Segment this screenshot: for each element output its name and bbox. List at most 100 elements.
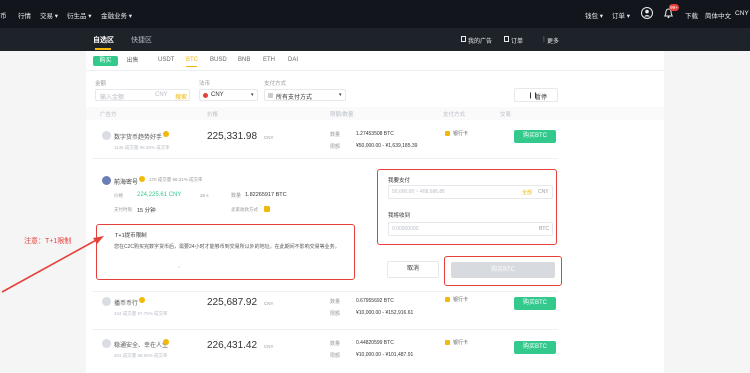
- all-button[interactable]: 全部: [522, 189, 532, 196]
- coin-tab-dai[interactable]: DAI: [288, 57, 298, 63]
- nav-item-market[interactable]: 行情: [18, 10, 31, 20]
- bank-card-icon: [445, 131, 450, 136]
- advertiser-stats: 1136 成交量 98.38% 成交率: [114, 145, 170, 150]
- advertiser-stats: 802 成交量 98.89% 成交率: [114, 353, 168, 358]
- payment-method: 银行卡: [453, 131, 469, 137]
- coin-tab-busd[interactable]: BUSD: [210, 57, 227, 63]
- orders-link[interactable]: 订单: [511, 36, 523, 45]
- advertiser-name[interactable]: 播币币行: [114, 298, 138, 307]
- qty-label: 数量: [330, 341, 341, 347]
- row-divider: [92, 158, 558, 159]
- expanded-price: 224,225.61 CNY: [137, 192, 182, 198]
- advertiser-stats: 170 成交量 98.21% 成交率: [149, 177, 203, 182]
- search-button[interactable]: 搜索: [175, 92, 187, 101]
- receive-amount-input[interactable]: 0.00000000 BTC: [388, 222, 553, 236]
- ad-limit: ¥10,000.00 - ¥152,916.61: [356, 310, 414, 316]
- price-unit: CNY: [264, 301, 274, 306]
- coin-tab-btc[interactable]: BTC: [186, 57, 198, 63]
- tab-quick[interactable]: 快捷区: [131, 35, 152, 45]
- avatar: [102, 176, 111, 185]
- sell-toggle[interactable]: 出售: [120, 56, 145, 66]
- ad-quantity: 1.27453508 BTC: [356, 131, 394, 137]
- ads-icon: [461, 36, 466, 42]
- p2p-subnav: 自选区 快捷区 我的广告 订单 ⋮ 更多: [0, 28, 750, 51]
- cancel-button[interactable]: 取消: [387, 261, 439, 278]
- advertiser-name[interactable]: 前海密号: [114, 177, 138, 186]
- notice-text: 您在C2C购买完数字货币后，需要24小时才能够币到交易所以外的地址。在此期间不影…: [114, 244, 340, 250]
- coin-tab-usdt[interactable]: USDT: [158, 57, 174, 63]
- price-label: 价格: [114, 193, 123, 198]
- tab-favorites[interactable]: 自选区: [93, 35, 114, 45]
- fiat-value: CNY: [211, 92, 224, 98]
- limit-label: 限额: [330, 353, 341, 359]
- coin-tab-eth[interactable]: ETH: [263, 57, 275, 63]
- user-avatar-icon[interactable]: [641, 7, 653, 19]
- expanded-quantity: 1.82265917 BTC: [245, 192, 287, 198]
- nav-item-finance[interactable]: 金融业务 ▾: [101, 10, 132, 20]
- advertiser-name[interactable]: 数字货币趋势好手: [114, 132, 162, 141]
- coin-tab-bnb[interactable]: BNB: [238, 57, 250, 63]
- my-ads-link[interactable]: 我的广告: [468, 36, 492, 45]
- nav-currency[interactable]: CNY: [735, 10, 749, 17]
- more-link[interactable]: 更多: [547, 36, 559, 45]
- avatar: [102, 131, 111, 140]
- column-advertiser: 广告方: [100, 112, 117, 118]
- buy-toggle[interactable]: 购买: [93, 56, 118, 66]
- advertiser-stats: 434 成交量 97.75% 成交率: [114, 311, 168, 316]
- ad-quantity: 0.67955692 BTC: [356, 298, 394, 304]
- buy-btc-button[interactable]: 购买BTC: [514, 297, 556, 310]
- pause-refresh-button[interactable]: ❙❙ 暂停: [514, 88, 558, 102]
- cny-flag-icon: [203, 93, 208, 98]
- advertiser-name[interactable]: 稳通安全、幸在人生: [114, 340, 168, 349]
- fiat-label: 法币: [199, 81, 211, 87]
- top-navigation-bar: 币 行情 交易 ▾ 衍生品 ▾ 金融业务 ▾ 钱包 ▾ 订单 ▾ 99+ 下载 …: [0, 0, 750, 28]
- column-payment: 支付方式: [443, 112, 466, 118]
- chevron-down-icon: ▾: [251, 92, 254, 98]
- fiat-select[interactable]: CNY ▾: [199, 89, 258, 101]
- nav-item-coin[interactable]: 币: [0, 10, 7, 20]
- confirm-buy-btc-button[interactable]: 购买BTC: [451, 262, 555, 278]
- ad-price: 225,687.92: [207, 297, 258, 308]
- amount-unit: CNY: [155, 92, 168, 98]
- nav-item-derivatives[interactable]: 衍生品 ▾: [67, 10, 92, 20]
- verified-badge-icon: [163, 339, 169, 345]
- pay-unit: CNY: [538, 189, 549, 195]
- column-limit: 限额/数量: [330, 112, 354, 118]
- amount-label: 金额: [95, 81, 107, 87]
- payment-method: 银行卡: [453, 340, 469, 346]
- receive-label: 我将收到: [388, 213, 411, 219]
- active-tab-indicator: [95, 48, 111, 50]
- verified-badge-icon: [139, 297, 145, 303]
- ad-quantity: 0.44820599 BTC: [356, 340, 394, 346]
- chevron-down-icon: ▾: [339, 92, 342, 98]
- qty-label: 数量: [231, 193, 242, 199]
- time-limit-label: 支付时限: [114, 207, 132, 212]
- bank-card-icon: [445, 297, 450, 302]
- annotation-arrow-icon: [1, 236, 104, 293]
- buy-btc-button[interactable]: 购买BTC: [514, 130, 556, 143]
- seller-method-label: 卖家收款方式: [231, 207, 258, 212]
- nav-download[interactable]: 下载: [685, 10, 698, 20]
- verified-badge-icon: [163, 131, 169, 137]
- nav-wallet[interactable]: 钱包 ▾: [585, 10, 603, 20]
- bank-card-icon: [445, 340, 450, 345]
- notification-count-badge: 99+: [669, 4, 679, 11]
- amount-input[interactable]: 输入金额 CNY 搜索: [95, 89, 190, 101]
- buy-btc-button[interactable]: 购买BTC: [514, 341, 556, 354]
- qty-label: 数量: [330, 132, 341, 138]
- pay-amount-placeholder: 50,000.00 ~ 408,686.86: [392, 189, 445, 195]
- price-unit: CNY: [264, 135, 274, 140]
- ad-limit: ¥10,000.00 - ¥101,487.91: [356, 352, 414, 358]
- bank-card-icon: [264, 206, 270, 212]
- ad-price: 225,331.98: [207, 131, 258, 142]
- column-price: 价格: [207, 112, 219, 118]
- nav-item-trade[interactable]: 交易 ▾: [40, 10, 58, 20]
- limit-label: 限额: [330, 144, 341, 150]
- pay-amount-input[interactable]: 50,000.00 ~ 408,686.86 全部 CNY: [388, 185, 553, 199]
- nav-language[interactable]: 简体中文: [705, 10, 731, 20]
- divider: [86, 70, 664, 71]
- pay-method-select[interactable]: 所有支付方式 ▾: [264, 89, 346, 101]
- nav-orders[interactable]: 订单 ▾: [612, 10, 630, 20]
- coin-tab-indicator: [186, 66, 197, 67]
- table-header: [86, 107, 664, 120]
